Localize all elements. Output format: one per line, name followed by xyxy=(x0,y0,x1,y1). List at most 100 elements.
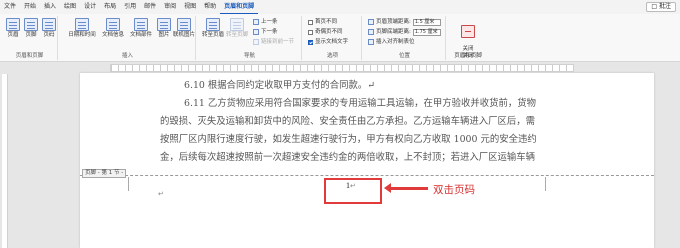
quick-parts-label: 文档部件 xyxy=(129,32,152,38)
ribbon-tab-bar: 文件 开始 插入 绘图 设计 布局 引用 邮件 审阅 视图 帮助 页眉和页脚 □… xyxy=(0,0,680,14)
link-to-previous-label: 链接到前一节 xyxy=(261,39,295,45)
footer-label: 页脚 xyxy=(25,32,37,38)
goto-footer-icon xyxy=(230,18,244,31)
group-insert: 日期和时间 文档信息 文档部件 图片 联机图片 插入 xyxy=(60,16,196,60)
footer-button[interactable]: 页脚 xyxy=(21,18,41,39)
close-icon xyxy=(461,25,475,38)
document-line: 的毁损、灭失及运输和卸货中的风险、安全责任由乙方承担。乙方运输车辆进入厂区后，需 xyxy=(160,116,536,127)
document-page[interactable]: 6.10 根据合同约定收取甲方支付的合同款。↵ 6.11 乙方货物应采用符合国家… xyxy=(80,73,654,248)
page-number-button[interactable]: 页码 xyxy=(39,18,59,39)
online-picture-icon xyxy=(177,18,191,31)
date-time-button[interactable]: 日期和时间 xyxy=(68,18,96,39)
goto-header-label: 转至页眉 xyxy=(202,32,225,38)
comments-button[interactable]: □ 批注 xyxy=(646,2,676,12)
online-picture-label: 联机图片 xyxy=(173,32,196,38)
footer-bottom-label: 页脚底端距离: xyxy=(376,29,411,35)
ribbon: 页眉 页脚 页码 页眉和页脚 日期和时间 文档信息 文档部件 图片 联机图片 插… xyxy=(0,14,680,62)
first-page-different-checkbox[interactable]: 首页不同 xyxy=(308,18,337,26)
margin-corner-mark xyxy=(128,177,129,191)
page-number-icon xyxy=(42,18,56,31)
link-icon xyxy=(253,39,259,45)
odd-even-different-checkbox[interactable]: 奇偶页不同 xyxy=(308,28,343,36)
tab-draw[interactable]: 绘图 xyxy=(60,0,80,14)
group-label-header-footer: 页眉和页脚 xyxy=(15,53,44,59)
tab-file[interactable]: 文件 xyxy=(0,0,20,14)
quick-parts-button[interactable]: 文档部件 xyxy=(128,18,154,39)
tab-view[interactable]: 视图 xyxy=(180,0,200,14)
previous-label: 上一条 xyxy=(261,19,278,25)
group-label-navigation: 导航 xyxy=(243,53,255,59)
alignment-tab-icon xyxy=(368,39,374,45)
group-label-position: 位置 xyxy=(398,53,410,59)
footer-bottom-input[interactable]: 1.75 厘米 xyxy=(412,28,441,36)
goto-header-button[interactable]: 转至页眉 xyxy=(202,18,224,39)
goto-footer-button[interactable]: 转至页脚 xyxy=(226,18,248,39)
group-label-options: 选项 xyxy=(326,53,338,59)
next-icon xyxy=(253,29,259,35)
tab-header-footer[interactable]: 页眉和页脚 xyxy=(220,1,259,14)
group-close: 关闭 页眉和页脚 关闭 xyxy=(448,16,488,60)
group-options: 首页不同 奇偶页不同 显示文档文字 选项 xyxy=(304,16,362,60)
insert-alignment-tab-label: 插入对齐制表位 xyxy=(376,39,415,45)
document-line: 6.11 乙方货物应采用符合国家要求的专用运输工具运输，在甲方验收并收货前，货物 xyxy=(184,98,536,109)
comments-label: 批注 xyxy=(658,3,671,10)
header-distance-icon xyxy=(368,19,374,25)
doc-info-button[interactable]: 文档信息 xyxy=(100,18,126,39)
footer-distance-icon xyxy=(368,29,374,35)
tab-design[interactable]: 设计 xyxy=(80,0,100,14)
show-document-text-checkbox[interactable]: 显示文档文字 xyxy=(308,38,348,46)
previous-icon xyxy=(253,19,259,25)
show-document-text-label: 显示文档文字 xyxy=(315,39,349,45)
online-picture-button[interactable]: 联机图片 xyxy=(173,18,195,39)
header-top-distance: 页眉顶端距离: 1.5 厘米 xyxy=(368,18,441,26)
link-to-previous-button[interactable]: 链接到前一节 xyxy=(253,38,294,46)
picture-label: 图片 xyxy=(158,32,170,38)
picture-button[interactable]: 图片 xyxy=(154,18,174,39)
insert-alignment-tab-button[interactable]: 插入对齐制表位 xyxy=(368,38,415,46)
header-button[interactable]: 页眉 xyxy=(3,18,23,39)
next-button[interactable]: 下一条 xyxy=(253,28,278,36)
document-line: 按照厂区内限行速度行驶，如发生超速行驶行为，甲方有权向乙方收取 1000 元的安… xyxy=(160,134,537,145)
tab-insert[interactable]: 插入 xyxy=(40,0,60,14)
group-label-insert: 插入 xyxy=(121,53,133,59)
vertical-ruler[interactable] xyxy=(2,74,8,248)
tab-home[interactable]: 开始 xyxy=(20,0,40,14)
footer-icon xyxy=(24,18,38,31)
checkbox-box xyxy=(308,19,313,25)
next-label: 下一条 xyxy=(261,29,278,35)
comment-icon: □ xyxy=(651,3,657,10)
group-label-close: 关闭 xyxy=(462,53,474,59)
group-position: 页眉顶端距离: 1.5 厘米 页脚底端距离: 1.75 厘米 插入对齐制表位 位… xyxy=(364,16,446,60)
doc-info-label: 文档信息 xyxy=(101,32,124,38)
document-line: 金，后续每次超速按照前一次超速安全违约金的两倍收取，上不封顶；若进入厂区运输车辆 xyxy=(160,152,536,163)
tab-help[interactable]: 帮助 xyxy=(200,0,220,14)
footer-bottom-distance: 页脚底端距离: 1.75 厘米 xyxy=(368,28,441,36)
quick-parts-icon xyxy=(134,18,148,31)
header-top-input[interactable]: 1.5 厘米 xyxy=(412,18,441,26)
picture-icon xyxy=(157,18,171,31)
checkbox-checked xyxy=(308,39,313,45)
first-page-different-label: 首页不同 xyxy=(315,19,338,25)
footer-boundary-line xyxy=(80,175,654,176)
odd-even-different-label: 奇偶页不同 xyxy=(315,29,343,35)
tab-mailings[interactable]: 邮件 xyxy=(140,0,160,14)
footer-section-tag: 页脚 - 第 1 节 - xyxy=(82,169,127,178)
header-label: 页眉 xyxy=(7,32,19,38)
group-navigation: 转至页眉 转至页脚 上一条 下一条 链接到前一节 导航 xyxy=(198,16,302,60)
paragraph-mark: ↵ xyxy=(350,182,356,190)
document-line: 6.10 根据合同约定收取甲方支付的合同款。↵ xyxy=(184,80,376,91)
previous-button[interactable]: 上一条 xyxy=(253,18,278,26)
tab-references[interactable]: 引用 xyxy=(120,0,140,14)
tab-review[interactable]: 审阅 xyxy=(160,0,180,14)
checkbox-box xyxy=(308,29,313,35)
page-number-label: 页码 xyxy=(43,32,55,38)
date-time-label: 日期和时间 xyxy=(68,32,96,38)
calendar-icon xyxy=(75,18,89,31)
doc-info-icon xyxy=(106,18,120,31)
annotation-arrow xyxy=(384,183,428,193)
header-top-label: 页眉顶端距离: xyxy=(376,19,411,25)
tab-layout[interactable]: 布局 xyxy=(100,0,120,14)
footer-page-number[interactable]: 1↵ xyxy=(346,181,356,190)
horizontal-ruler[interactable] xyxy=(110,64,574,72)
paragraph-mark: ↵ xyxy=(158,190,164,198)
